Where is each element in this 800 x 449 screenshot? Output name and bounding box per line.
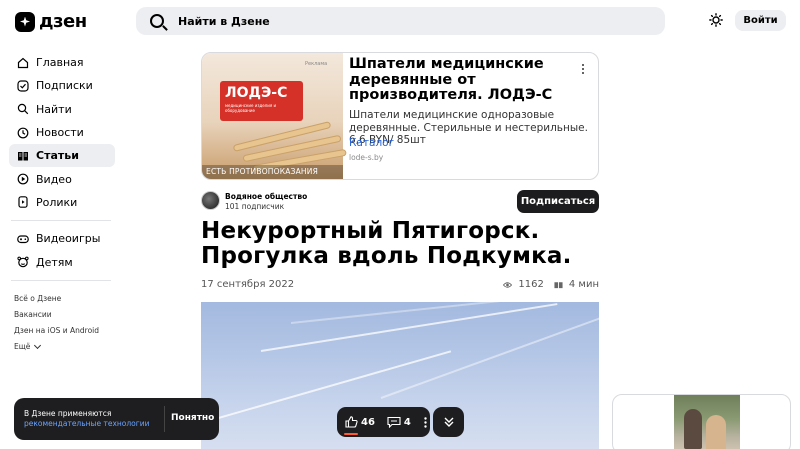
double-chevron-down-icon [444,417,453,427]
sidebar-divider [11,220,111,222]
likes-count: 46 [361,416,375,428]
cookie-text: В Дзене применяются рекомендательные тех… [24,409,164,429]
sidebar-divider [11,279,111,281]
footer-links: Всё о Дзене Вакансии Дзен на iOS и Andro… [9,291,115,355]
more-vertical-icon[interactable] [424,416,427,428]
dzen-logo-icon [15,11,35,32]
login-button[interactable]: Войти [735,10,786,31]
cookie-banner: В Дзене применяются рекомендательные тех… [14,398,219,440]
sidebar-item-subscriptions[interactable]: Подписки [9,74,115,97]
logo-text: дзен [39,11,87,32]
scroll-down-button[interactable] [433,407,464,437]
sidebar-item-label: Видеоигры [36,232,101,246]
kids-icon [17,256,29,268]
sidebar-item-label: Найти [36,102,72,116]
footer-link-about[interactable]: Всё о Дзене [14,291,115,307]
sidebar-item-shorts[interactable]: Ролики [9,191,115,214]
ad-title[interactable]: Шпатели медицинские деревянные от произв… [349,56,574,104]
search-placeholder: Найти в Дзене [178,14,270,28]
search-icon [150,14,164,28]
articles-icon [18,151,28,161]
home-icon [17,57,29,68]
shorts-icon [18,196,28,209]
eye-icon [503,281,513,288]
ad-brand-logo: ЛОДЭ-С медицинские изделия и оборудовани… [220,81,303,121]
article-stats: 1162 4 мин [503,279,599,290]
views-count: 1162 [518,279,544,290]
thumbnail-figure [684,409,702,449]
footer-link-apps[interactable]: Дзен на iOS и Android [14,323,115,339]
cookie-message: В Дзене применяются [24,409,112,418]
ad-badge: Реклама [305,61,328,67]
sidebar-item-label: Ролики [36,195,78,209]
chevron-down-icon [34,341,42,349]
book-icon [554,281,563,288]
thumbnail-figure [706,415,726,449]
like-indicator [344,433,358,435]
sidebar-item-kids[interactable]: Детям [9,250,115,273]
thumbs-up-icon [345,416,358,428]
sidebar: Главная Подписки Найти Новости Статьи Ви… [9,51,115,355]
sidebar-item-video[interactable]: Видео [9,167,115,190]
read-time: 4 мин [568,279,599,290]
sidebar-item-label: Статьи [36,149,79,163]
cookie-link[interactable]: рекомендательные технологии [24,419,149,428]
author-avatar[interactable] [201,191,220,210]
more-vertical-icon[interactable] [581,63,585,75]
search-icon [17,104,29,115]
comments-button[interactable]: 4 [387,416,411,428]
comment-icon [387,416,401,428]
ad-brand-name: ЛОДЭ-С [225,85,288,101]
sidebar-item-search[interactable]: Найти [9,98,115,121]
ad-catalog-link[interactable]: Каталог [349,137,394,149]
ad-domain: lode-s.by [349,153,384,162]
ad-brand-sub: медицинские изделия и оборудование [225,103,277,113]
sidebar-item-label: Новости [36,126,84,140]
search-bar[interactable]: Найти в Дзене [136,7,665,35]
news-icon [17,127,29,138]
sidebar-item-videogames[interactable]: Видеоигры [9,227,115,250]
ad-image: ЛОДЭ-С медицинские изделия и оборудовани… [202,53,347,179]
sky-contrail [290,302,510,324]
video-widget-thumbnail [674,395,740,449]
sidebar-item-label: Детям [36,255,73,269]
author-subscribers: 101 подписчик [225,202,285,211]
comments-count: 4 [403,416,411,428]
dzen-logo[interactable]: дзен [15,11,87,32]
ad-card[interactable]: ЛОДЭ-С медицинские изделия и оборудовани… [201,52,599,180]
footer-more-button[interactable]: Ещё [14,339,115,355]
sidebar-item-news[interactable]: Новости [9,121,115,144]
sidebar-item-home[interactable]: Главная [9,51,115,74]
author-name[interactable]: Водяное общество [225,192,307,201]
subscriptions-icon [17,80,29,92]
cookie-divider [164,406,165,432]
gamepad-icon [17,235,29,243]
sidebar-item-label: Главная [36,56,84,70]
video-icon [17,173,29,185]
article-action-bar: 46 4 [337,407,430,437]
cookie-accept-button[interactable]: Понятно [171,413,214,423]
sidebar-item-label: Подписки [36,79,93,93]
footer-link-vacancies[interactable]: Вакансии [14,307,115,323]
sidebar-item-label: Видео [36,172,72,186]
theme-toggle-icon[interactable] [709,13,723,27]
more-label: Ещё [14,342,31,352]
article-date: 17 сентября 2022 [201,279,295,290]
sidebar-item-articles[interactable]: Статьи [9,144,115,168]
like-button[interactable]: 46 [345,416,375,428]
article-title: Некурортный Пятигорск. Прогулка вдоль По… [201,218,572,269]
ad-warning: ЕСТЬ ПРОТИВОПОКАЗАНИЯ [202,165,343,179]
subscribe-button[interactable]: Подписаться [517,190,599,213]
video-widget[interactable] [612,394,791,449]
